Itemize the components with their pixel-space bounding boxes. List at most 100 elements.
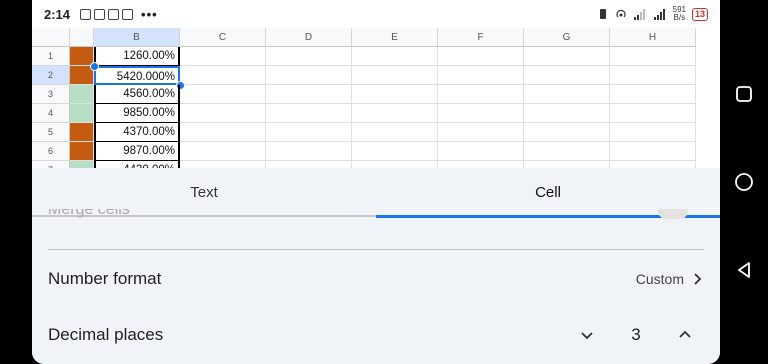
status-time: 2:14	[44, 6, 71, 22]
empty-cell[interactable]	[180, 85, 266, 104]
empty-cell[interactable]	[352, 47, 438, 66]
home-button[interactable]	[732, 170, 756, 194]
empty-cell[interactable]	[438, 161, 524, 168]
empty-cell[interactable]	[266, 66, 352, 85]
empty-cell[interactable]	[438, 123, 524, 142]
empty-cell[interactable]	[610, 47, 696, 66]
back-icon	[738, 262, 750, 278]
column-header[interactable]: B	[94, 28, 180, 47]
empty-cell[interactable]	[180, 123, 266, 142]
empty-cell[interactable]	[610, 142, 696, 161]
number-format-row[interactable]: Number format Custom	[48, 259, 704, 299]
row-header[interactable]: 7	[32, 161, 70, 168]
empty-cell[interactable]	[352, 104, 438, 123]
merge-cells-label: Merge cells	[48, 209, 130, 218]
column-header[interactable]: D	[266, 28, 352, 47]
color-cell[interactable]	[70, 142, 94, 161]
number-format-label: Number format	[48, 269, 162, 288]
gallery-notification-icon	[80, 8, 92, 20]
empty-cell[interactable]	[266, 161, 352, 168]
message-notification-icon	[94, 8, 106, 20]
empty-cell[interactable]	[180, 142, 266, 161]
battery-icon: 13	[691, 7, 708, 21]
spreadsheet-grid[interactable]: B C D E F G H 1 1260.00% 2 5420.000% 3 4560.00% 4 9850…	[32, 28, 720, 168]
recents-icon	[736, 86, 752, 102]
empty-cell[interactable]	[524, 104, 610, 123]
back-button[interactable]	[732, 258, 756, 282]
merge-cells-toggle[interactable]	[658, 209, 688, 219]
color-cell[interactable]	[70, 123, 94, 142]
home-icon	[735, 173, 753, 191]
column-header[interactable]: H	[610, 28, 696, 47]
empty-cell[interactable]	[180, 104, 266, 123]
empty-cell[interactable]	[352, 142, 438, 161]
system-status: 591 B/s 13	[597, 6, 708, 22]
empty-cell[interactable]	[610, 66, 696, 85]
empty-cell[interactable]	[180, 47, 266, 66]
row-header[interactable]: 5	[32, 123, 70, 142]
vibrate-icon	[599, 9, 606, 19]
empty-cell[interactable]	[266, 104, 352, 123]
chevron-right-icon	[694, 273, 702, 285]
empty-cell[interactable]	[438, 66, 524, 85]
empty-cell[interactable]	[266, 47, 352, 66]
empty-cell[interactable]	[610, 104, 696, 123]
corner-cell[interactable]	[32, 28, 70, 47]
empty-cell[interactable]	[352, 85, 438, 104]
chevron-up-icon	[679, 330, 691, 338]
cellular-signal-icon	[653, 9, 665, 20]
empty-cell[interactable]	[266, 85, 352, 104]
empty-cell[interactable]	[524, 142, 610, 161]
empty-cell[interactable]	[438, 104, 524, 123]
empty-cell[interactable]	[524, 47, 610, 66]
table-cell[interactable]: 9850.00%	[94, 104, 180, 123]
column-header[interactable]: G	[524, 28, 610, 47]
row-header[interactable]: 4	[32, 104, 70, 123]
empty-cell[interactable]	[352, 66, 438, 85]
decimal-places-value: 3	[631, 325, 641, 344]
empty-cell[interactable]	[524, 123, 610, 142]
empty-cell[interactable]	[266, 142, 352, 161]
table-cell[interactable]: 4560.00%	[94, 85, 180, 104]
row-header[interactable]: 2	[32, 66, 70, 85]
color-cell[interactable]	[70, 104, 94, 123]
empty-cell[interactable]	[438, 47, 524, 66]
table-cell[interactable]: 9870.00%	[94, 142, 180, 161]
empty-cell[interactable]	[266, 123, 352, 142]
column-header[interactable]	[70, 28, 94, 47]
empty-cell[interactable]	[438, 85, 524, 104]
row-header[interactable]: 3	[32, 85, 70, 104]
table-cell[interactable]: 4430.00%	[94, 161, 180, 168]
empty-cell[interactable]	[180, 66, 266, 85]
empty-cell[interactable]	[610, 161, 696, 168]
empty-cell[interactable]	[352, 123, 438, 142]
merge-cells-row[interactable]: Merge cells	[48, 209, 704, 231]
column-header[interactable]: F	[438, 28, 524, 47]
empty-cell[interactable]	[352, 161, 438, 168]
row-header[interactable]: 6	[32, 142, 70, 161]
table-cell[interactable]: 1260.00%	[94, 47, 180, 66]
more-notifications-icon: •••	[141, 6, 158, 22]
row-header[interactable]: 1	[32, 47, 70, 66]
empty-cell[interactable]	[438, 142, 524, 161]
phone-screen: 2:14 ••• 591 B/s 13 B C D E F G H 1 1260.00% 2 542…	[32, 0, 720, 364]
color-cell[interactable]	[70, 161, 94, 168]
column-header[interactable]: C	[180, 28, 266, 47]
column-header[interactable]: E	[352, 28, 438, 47]
empty-cell[interactable]	[610, 85, 696, 104]
network-speed: 591 B/s	[673, 6, 686, 22]
empty-cell[interactable]	[180, 161, 266, 168]
empty-cell[interactable]	[524, 66, 610, 85]
table-cell[interactable]: 4370.00%	[94, 123, 180, 142]
table-cell[interactable]: 5420.000%	[94, 66, 180, 85]
color-cell[interactable]	[70, 85, 94, 104]
format-panel: Text Cell Merge cells Number format Cust…	[32, 168, 720, 364]
empty-cell[interactable]	[610, 123, 696, 142]
decrease-decimal-button[interactable]	[568, 319, 606, 351]
increase-decimal-button[interactable]	[666, 319, 704, 351]
selection-handle-start[interactable]	[90, 62, 99, 71]
alert-notification-icon	[108, 8, 120, 20]
empty-cell[interactable]	[524, 161, 610, 168]
empty-cell[interactable]	[524, 85, 610, 104]
recents-button[interactable]	[732, 82, 756, 106]
